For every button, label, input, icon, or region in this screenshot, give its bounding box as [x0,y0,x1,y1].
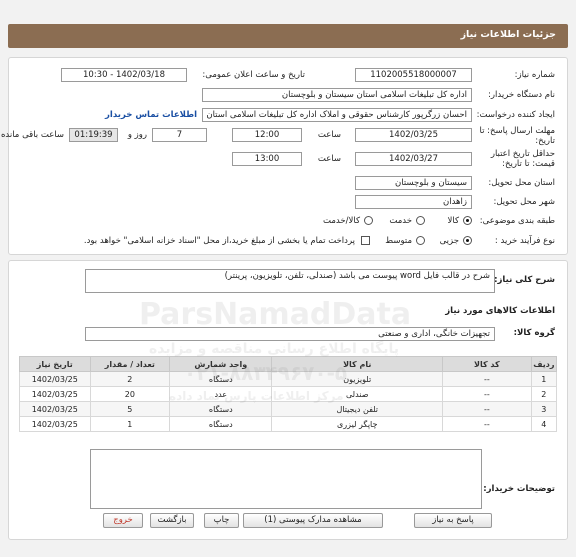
item-code: -- [442,416,532,432]
row-number: 1 [530,371,558,387]
row-number: 3 [530,401,558,417]
purchase-radio-minor[interactable] [463,236,472,245]
column-header-qty: تعداد / مقدار [89,356,171,372]
item-date: 1402/03/25 [19,416,91,432]
remaining-label: ساعت باقی مانده [0,130,64,140]
item-name: چاپگر لیزری [271,416,444,432]
deadline-time-field: 12:00 [232,128,302,142]
purchase-option-minor: جزیی [439,236,459,246]
column-header-date: تاریخ نیاز [19,356,91,372]
item-qty: 20 [89,386,171,402]
buyer-org-field: اداره کل تبلیغات اسلامی استان سیستان و ب… [202,88,472,102]
print-button[interactable]: چاپ [204,513,239,528]
purchase-type-label: نوع فرآیند خرید : [494,236,555,246]
description-field: شرح در قالب فایل word پیوست می باشد (صند… [85,269,495,293]
item-code: -- [442,401,532,417]
purchase-radio-medium[interactable] [416,236,425,245]
goods-panel: شرح کلی نیاز: شرح در قالب فایل word پیوس… [8,260,568,540]
deadline-time-label: ساعت [317,130,341,140]
category-label: طبقه بندی موضوعی: [479,216,555,226]
province-field: سیستان و بلوچستان [355,176,472,190]
item-code: -- [442,386,532,402]
treasury-checkbox[interactable] [361,236,370,245]
announce-field: 1402/03/18 - 10:30 [61,68,187,82]
treasury-note: پرداخت تمام یا بخشی از مبلغ خرید،از محل … [83,236,355,246]
validity-time-field: 13:00 [232,152,302,166]
reply-button[interactable]: پاسخ به نیاز [414,513,492,528]
days-field: 7 [152,128,207,142]
buyer-notes-label: توضیحات خریدار: [483,484,555,494]
announce-label: تاریخ و ساعت اعلان عمومی: [202,70,305,80]
buyer-org-label: نام دستگاه خریدار: [488,90,555,100]
deadline-date-field: 1402/03/25 [355,128,472,142]
category-radio-service[interactable] [416,216,425,225]
validity-label: حداقل تاریخ اعتبار قیمت: تا تاریخ: [490,149,555,169]
item-date: 1402/03/25 [19,401,91,417]
row-number: 4 [530,416,558,432]
creator-field: احسان زرگرپور کارشناس حقوقی و املاک ادار… [202,108,472,122]
description-label: شرح کلی نیاز: [494,275,555,285]
creator-label: ایجاد کننده درخواست: [476,110,555,120]
item-qty: 2 [89,371,171,387]
category-option-both: کالا/خدمت [323,216,360,226]
need-number-field: 1102005518000007 [355,68,472,82]
deadline-label: مهلت ارسال پاسخ: تا تاریخ: [479,126,555,146]
buyer-contact-link[interactable]: اطلاعات تماس خریدار [105,110,197,120]
row-number: 2 [530,386,558,402]
column-header-code: کد کالا [442,356,532,372]
validity-time-label: ساعت [317,154,341,164]
item-unit: دستگاه [169,416,273,432]
table-row: 3 -- تلفن دیجیتال دستگاه 5 1402/03/25 [19,401,558,417]
need-details-panel: شماره نیاز: 1102005518000007 تاریخ و ساع… [1,57,568,255]
back-button[interactable]: بازگشت [150,513,194,528]
item-code: -- [442,371,532,387]
table-row: 4 -- چاپگر لیزری دستگاه 1 1402/03/25 [19,416,558,432]
category-option-service: خدمت [389,216,412,226]
remaining-time-field: 01:19:39 [69,128,118,142]
exit-button[interactable]: خروج [103,513,143,528]
need-number-label: شماره نیاز: [514,70,555,80]
watermark-line-1: پایگاه اطلاع رسانی مناقصه و مزایده [149,341,400,357]
watermark-brand: ParsNamadData [139,297,412,332]
category-option-goods: کالا [447,216,459,226]
purchase-option-medium: متوسط [385,236,412,246]
goods-section-title: اطلاعات کالاهای مورد نیاز [445,306,555,316]
days-label: روز و [127,130,147,140]
province-label: استان محل تحویل: [488,178,555,188]
page-title: جزئیات اطلاعات نیاز [8,24,568,48]
city-label: شهر محل تحویل: [493,197,555,207]
category-radio-goods[interactable] [463,216,472,225]
item-qty: 5 [89,401,171,417]
buyer-notes-field [90,449,482,509]
validity-date-field: 1402/03/27 [355,152,472,166]
item-unit: دستگاه [169,401,273,417]
column-header-row: ردیف [530,356,558,372]
city-field: زاهدان [355,195,472,209]
watermark-line-3: مرکز اطلاعات پارس نماد داده [169,389,344,403]
view-attachments-button[interactable]: مشاهده مدارک پیوستی (1) [243,513,383,528]
category-radio-both[interactable] [364,216,373,225]
goods-group-label: گروه کالا: [513,328,555,338]
watermark-line-2: ۰۲۱-۸۸۳۴۹۶۷۰-۵ [184,361,348,385]
item-name: تلفن دیجیتال [271,401,444,417]
item-qty: 1 [89,416,171,432]
item-date: 1402/03/25 [19,386,91,402]
item-date: 1402/03/25 [19,371,91,387]
